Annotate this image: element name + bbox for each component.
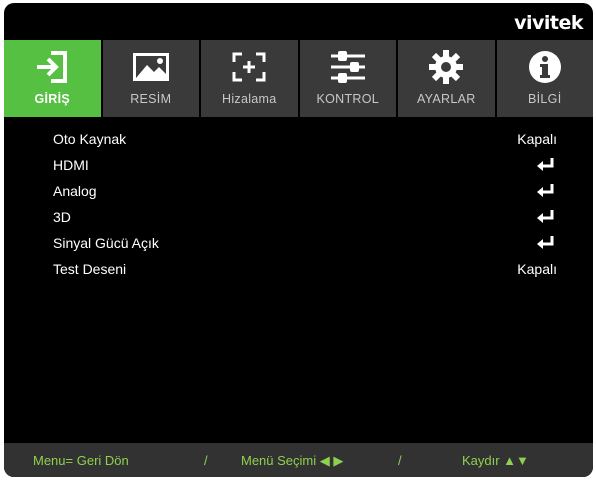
- tab-input[interactable]: GİRİŞ: [4, 40, 101, 117]
- tab-info-label: BİLGİ: [528, 92, 562, 106]
- tab-info[interactable]: BİLGİ: [496, 40, 593, 117]
- tab-image-label: RESİM: [130, 92, 172, 106]
- tab-alignment[interactable]: Hizalama: [201, 40, 298, 117]
- tab-image[interactable]: RESİM: [102, 40, 199, 117]
- tab-alignment-label: Hizalama: [222, 92, 277, 106]
- enter-icon[interactable]: [537, 184, 555, 203]
- menu-item-label: HDMI: [53, 157, 89, 173]
- tab-settings[interactable]: AYARLAR: [398, 40, 495, 117]
- menu-item-value[interactable]: Kapalı: [517, 131, 557, 147]
- osd-menu: vivitek GİRİŞ RESİM Hizalama KONTROL AYA…: [4, 3, 593, 477]
- tab-input-label: GİRİŞ: [34, 92, 71, 106]
- gear-icon: [428, 50, 464, 84]
- menu-item-label: Analog: [53, 183, 97, 199]
- menu-item-value[interactable]: Kapalı: [517, 261, 557, 277]
- menu-item-test-pattern[interactable]: Test Deseni Kapalı: [4, 257, 593, 283]
- menu-item-analog[interactable]: Analog: [4, 179, 593, 205]
- menu-item-auto-source[interactable]: Oto Kaynak Kapalı: [4, 127, 593, 153]
- brand-logo: vivitek: [514, 12, 583, 34]
- image-icon: [131, 50, 171, 84]
- alignment-icon: [231, 50, 267, 84]
- enter-icon[interactable]: [537, 236, 555, 255]
- help-separator: /: [398, 453, 402, 468]
- help-bar: Menu= Geri Dön / Menü Seçimi ◀ ▶ / Kaydı…: [4, 443, 593, 477]
- tab-settings-label: AYARLAR: [416, 92, 476, 106]
- menu-item-label: 3D: [53, 209, 71, 225]
- help-separator: /: [204, 453, 208, 468]
- tab-control-label: KONTROL: [316, 92, 380, 106]
- menu-item-3d[interactable]: 3D: [4, 205, 593, 231]
- menu-item-signal-power-on[interactable]: Sinyal Gücü Açık: [4, 231, 593, 257]
- help-scroll: Kaydır ▲▼: [462, 453, 529, 468]
- help-back: Menu= Geri Dön: [33, 453, 129, 468]
- menu-items: Oto Kaynak Kapalı HDMI Analog 3D Sinyal …: [4, 127, 593, 283]
- info-icon: [528, 50, 562, 84]
- menu-item-label: Sinyal Gücü Açık: [53, 235, 159, 251]
- help-menu-select: Menü Seçimi ◀ ▶: [241, 453, 344, 468]
- tab-control[interactable]: KONTROL: [299, 40, 396, 117]
- menu-item-hdmi[interactable]: HDMI: [4, 153, 593, 179]
- menu-tabs: GİRİŞ RESİM Hizalama KONTROL AYARLAR BİL…: [4, 40, 593, 117]
- menu-item-label: Test Deseni: [53, 261, 127, 277]
- menu-item-label: Oto Kaynak: [53, 131, 127, 147]
- sliders-icon: [329, 50, 367, 84]
- input-icon: [34, 50, 70, 84]
- enter-icon[interactable]: [537, 158, 555, 177]
- enter-icon[interactable]: [537, 210, 555, 229]
